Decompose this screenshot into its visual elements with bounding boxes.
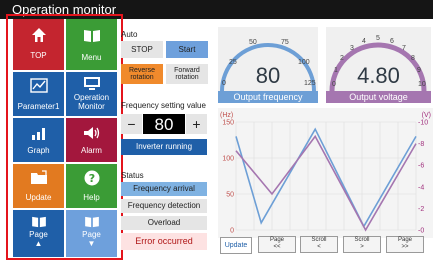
inverter-status-badge: Inverter running — [121, 139, 207, 155]
status-frequency-detection: Frequency detection — [121, 199, 207, 213]
output-voltage-gauge: 0 1 2 3 4 5 6 7 8 9 10 4.80 Output volta… — [326, 27, 431, 103]
folder-icon — [30, 170, 47, 184]
output-frequency-gauge: 25 50 75 100 0 125 80 Output frequency — [218, 27, 318, 103]
chart-right-tick-label: -6 — [418, 163, 424, 170]
bar-chart-icon — [31, 128, 45, 140]
nav-tile-page-up[interactable]: Page ▲ — [13, 210, 64, 257]
frequency-caption: Output frequency — [233, 92, 303, 102]
nav-tile-help[interactable]: ? Help — [66, 164, 117, 208]
auto-label: Auto — [121, 30, 138, 39]
nav-tile-label: Page ▼ — [82, 230, 101, 248]
chart-background — [218, 108, 433, 238]
gauge-tick: 8 — [411, 55, 415, 62]
nav-tile-alarm[interactable]: Alarm — [66, 118, 117, 162]
frequency-value-field[interactable]: 80 — [143, 114, 185, 134]
page-back-button[interactable]: Page << — [258, 236, 296, 253]
nav-tile-page-down[interactable]: Page ▼ — [66, 210, 117, 257]
chart-right-unit: (V) — [422, 112, 431, 119]
frequency-value: 80 — [255, 63, 281, 88]
nav-tile-menu[interactable]: Menu — [66, 19, 117, 70]
gauge-tick: 2 — [340, 55, 344, 62]
chart-right-tick-label: -2 — [418, 206, 424, 213]
update-button[interactable]: Update — [220, 237, 252, 254]
help-icon: ? — [84, 170, 99, 186]
nav-tile-label: Update — [25, 193, 52, 202]
gauge-tick: 3 — [350, 45, 354, 52]
trend-chart: (Hz) (V) 150 100 50 0 -10 -8 -6 -4 -2 -0 — [218, 108, 433, 238]
increment-button[interactable]: + — [186, 114, 207, 134]
page-forward-button[interactable]: Page >> — [386, 236, 424, 253]
status-label: Status — [121, 171, 144, 180]
nav-tile-label: TOP — [30, 51, 47, 60]
chart-right-tick-label: -10 — [418, 120, 428, 127]
speaker-icon — [83, 127, 99, 139]
chart-right-tick-label: -0 — [418, 228, 424, 235]
decrement-button[interactable]: − — [121, 114, 142, 134]
nav-tile-label: Alarm — [81, 146, 102, 155]
nav-tile-update[interactable]: Update — [13, 164, 64, 208]
gauge-tick: 50 — [249, 39, 257, 46]
nav-tile-top[interactable]: TOP — [13, 19, 64, 70]
nav-tile-operation-monitor[interactable]: Operation Monitor — [66, 72, 117, 116]
gauge-tick: 6 — [390, 38, 394, 45]
gauge-tick: 75 — [281, 39, 289, 46]
nav-tile-label: Operation Monitor — [73, 93, 110, 111]
forward-rotation-button[interactable]: Forward rotation — [166, 64, 208, 84]
chart-left-unit: (Hz) — [220, 112, 233, 119]
book-icon — [31, 216, 46, 228]
status-error-occurred: Error occurred — [121, 233, 207, 250]
nav-tile-label: Menu — [81, 53, 102, 62]
operation-monitor-window: { "window": { "title": "Operation monito… — [0, 0, 433, 260]
nav-tile-label: Graph — [27, 146, 50, 155]
nav-tile-parameter1[interactable]: Parameter1 — [13, 72, 64, 116]
chart-left-tick-label: 50 — [226, 192, 234, 199]
status-frequency-arrival: Frequency arrival — [121, 182, 207, 196]
chart-left-tick-label: 0 — [230, 228, 234, 235]
stop-button[interactable]: STOP — [121, 41, 163, 58]
chart-right-tick-label: -4 — [418, 184, 424, 191]
book-icon — [84, 216, 99, 228]
scroll-back-button[interactable]: Scroll < — [300, 236, 338, 253]
chart-right-tick-label: -8 — [418, 141, 424, 148]
home-icon — [31, 28, 46, 42]
frequency-setting-label: Frequency setting value — [121, 101, 206, 110]
nav-tile-label: Help — [83, 193, 100, 202]
nav-tile-graph[interactable]: Graph — [13, 118, 64, 162]
voltage-caption: Output voltage — [349, 92, 408, 102]
chart-left-tick-label: 150 — [222, 120, 234, 127]
gauge-tick: 5 — [376, 35, 380, 42]
nav-tile-label: Parameter1 — [17, 102, 60, 111]
book-icon — [83, 30, 100, 42]
start-button[interactable]: Start — [166, 41, 208, 58]
svg-text:?: ? — [88, 172, 94, 185]
chart-left-tick-label: 100 — [222, 156, 234, 163]
scroll-forward-button[interactable]: Scroll > — [343, 236, 381, 253]
gauge-tick: 4 — [362, 38, 366, 45]
reverse-rotation-button[interactable]: Reverse rotation — [121, 64, 163, 84]
chart-icon — [29, 78, 48, 93]
monitor-icon — [83, 77, 100, 90]
voltage-value: 4.80 — [357, 63, 400, 88]
nav-tile-label: Page ▲ — [29, 230, 48, 248]
status-overload: Overload — [121, 216, 207, 230]
gauge-tick: 7 — [402, 45, 406, 52]
